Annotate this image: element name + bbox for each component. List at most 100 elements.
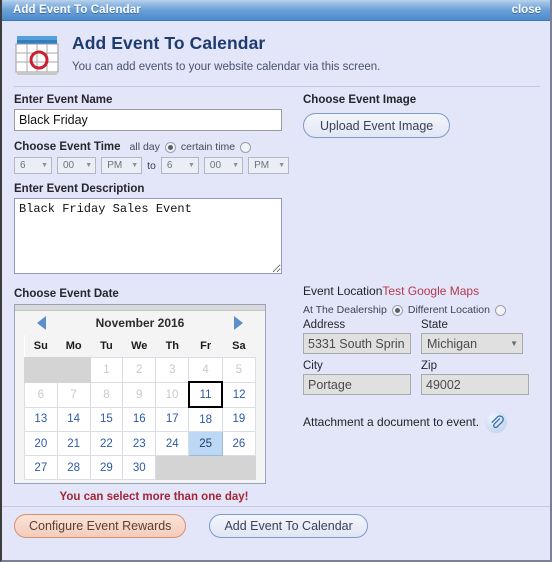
- event-name-input[interactable]: [14, 109, 282, 131]
- calendar-day-cell[interactable]: 26: [221, 431, 257, 456]
- city-label: City: [303, 360, 323, 372]
- calendar-day-cell[interactable]: 11: [187, 381, 224, 408]
- calendar-day-cell: 5: [221, 357, 257, 383]
- calendar-icon: [14, 32, 62, 78]
- calendar-day-cell[interactable]: 14: [56, 406, 91, 432]
- start-hour-value: 6: [20, 160, 26, 171]
- city-field-group: City: [303, 360, 411, 395]
- add-event-to-calendar-button[interactable]: Add Event To Calendar: [209, 514, 368, 538]
- calendar-day-cell[interactable]: 12: [221, 381, 257, 408]
- chevron-down-icon: ▼: [278, 162, 286, 169]
- dialog-header: Add Event To Calendar You can add events…: [2, 21, 550, 78]
- start-meridiem-select[interactable]: PM ▼: [101, 157, 143, 174]
- address-state-row: Address State Michigan ▼: [303, 319, 550, 354]
- certain-time-radio[interactable]: [240, 141, 252, 153]
- address-field-group: Address: [303, 319, 411, 354]
- dialog-title: Add Event To Calendar: [13, 4, 141, 16]
- calendar-day-cell: 7: [56, 381, 91, 408]
- calendar-weekday: Sa: [222, 335, 256, 358]
- calendar-note: You can select more than one day!: [59, 491, 249, 503]
- attachment-label: Attachment a document to event.: [303, 415, 480, 429]
- calendar-day-cell[interactable]: 28: [56, 455, 91, 480]
- certain-time-label: certain time: [180, 141, 236, 153]
- state-select[interactable]: Michigan ▼: [421, 333, 523, 354]
- calendar-day-cell[interactable]: 18: [188, 406, 223, 432]
- calendar-empty-cell: [24, 357, 58, 383]
- time-range-separator: to: [147, 159, 156, 172]
- prev-month-arrow-icon[interactable]: [37, 316, 46, 330]
- calendar-day-cell[interactable]: 22: [89, 431, 124, 456]
- calendar-day-cell[interactable]: 30: [122, 455, 157, 480]
- calendar-weekday-row: Su Mo Tu We Th Fr Sa: [24, 335, 256, 358]
- calendar-day-cell[interactable]: 24: [155, 431, 190, 456]
- paperclip-icon[interactable]: [485, 411, 508, 433]
- start-minute-select[interactable]: 00 ▼: [57, 157, 97, 174]
- end-minute-value: 00: [209, 160, 222, 171]
- header-text-block: Add Event To Calendar You can add events…: [72, 30, 380, 73]
- calendar-day-cell: 3: [155, 357, 190, 383]
- calendar-day-cell[interactable]: 27: [24, 455, 58, 480]
- calendar-day-cell: 10: [155, 381, 190, 408]
- chevron-down-icon: ▼: [131, 162, 139, 169]
- calendar-empty-cell: [221, 455, 257, 480]
- event-description-textarea[interactable]: Black Friday Sales Event: [14, 198, 282, 274]
- calendar-week-row: 20 21 22 23 24 25 26: [24, 431, 257, 456]
- all-day-label: all day: [129, 141, 160, 153]
- start-hour-select[interactable]: 6 ▼: [14, 157, 52, 174]
- calendar-day-cell[interactable]: 16: [122, 406, 157, 432]
- calendar-week-row: 6 7 8 9 10 11 12: [24, 381, 257, 408]
- close-link[interactable]: close: [512, 4, 541, 16]
- city-input[interactable]: [303, 374, 411, 395]
- calendar-day-cell: 2: [122, 357, 157, 383]
- calendar-day-cell: 4: [188, 357, 223, 383]
- page-subtitle: You can add events to your website calen…: [72, 61, 381, 73]
- calendar-day-cell[interactable]: 15: [89, 406, 124, 432]
- zip-label: Zip: [421, 360, 437, 372]
- end-hour-value: 6: [166, 160, 173, 171]
- calendar-day-cell[interactable]: 20: [24, 431, 58, 456]
- test-google-maps-link[interactable]: Test Google Maps: [382, 284, 479, 298]
- calendar-day-cell: 6: [24, 381, 58, 408]
- calendar-day-cell[interactable]: 13: [24, 406, 58, 432]
- calendar-day-cell[interactable]: 25: [188, 431, 223, 456]
- footer-divider: [2, 506, 550, 507]
- chevron-down-icon: ▼: [510, 339, 518, 348]
- calendar-week-row: 13 14 15 16 17 18 19: [24, 406, 257, 432]
- zip-input[interactable]: [421, 374, 529, 395]
- calendar-weekday: Su: [24, 335, 58, 358]
- all-day-radio[interactable]: [164, 141, 176, 153]
- city-zip-row: City Zip: [303, 360, 550, 395]
- date-picker: November 2016 Su Mo Tu We Th Fr Sa 1 2 3 4 5 6 7 8 9 10…: [14, 304, 266, 484]
- event-time-header: Choose Event Time all day certain time: [14, 141, 294, 153]
- calendar-day-cell[interactable]: 29: [89, 455, 124, 480]
- calendar-empty-cell: [188, 455, 223, 480]
- event-time-label: Choose Event Time: [14, 141, 121, 153]
- chevron-down-icon: ▼: [187, 162, 195, 169]
- address-input[interactable]: [303, 333, 411, 354]
- calendar-day-cell[interactable]: 17: [155, 406, 190, 432]
- upload-event-image-button[interactable]: Upload Event Image: [303, 113, 451, 138]
- dialog-titlebar: Add Event To Calendar close: [2, 0, 550, 21]
- next-month-arrow-icon[interactable]: [234, 316, 243, 330]
- end-hour-select[interactable]: 6 ▼: [160, 157, 199, 174]
- calendar-day-cell: 9: [122, 381, 157, 408]
- event-image-label: Choose Event Image: [303, 94, 417, 106]
- calendar-day-cell[interactable]: 19: [221, 406, 257, 432]
- calendar-empty-cell: [56, 357, 91, 383]
- chevron-down-icon: ▼: [41, 162, 48, 169]
- end-meridiem-select[interactable]: PM ▼: [248, 157, 290, 174]
- calendar-day-cell[interactable]: 21: [56, 431, 91, 456]
- calendar-day-cell[interactable]: 23: [122, 431, 157, 456]
- configure-event-rewards-button[interactable]: Configure Event Rewards: [14, 514, 187, 538]
- different-location-radio[interactable]: [494, 304, 506, 316]
- start-minute-value: 00: [63, 160, 75, 171]
- calendar-empty-cell: [155, 455, 190, 480]
- chevron-down-icon: ▼: [232, 162, 240, 169]
- start-meridiem-value: PM: [107, 160, 123, 171]
- attachment-row: Attachment a document to event.: [303, 411, 550, 433]
- at-dealership-radio[interactable]: [391, 304, 403, 316]
- zip-field-group: Zip: [421, 360, 529, 395]
- at-dealership-label: At The Dealership: [303, 304, 387, 316]
- end-minute-select[interactable]: 00 ▼: [203, 157, 244, 174]
- event-date-label: Choose Event Date: [14, 288, 119, 300]
